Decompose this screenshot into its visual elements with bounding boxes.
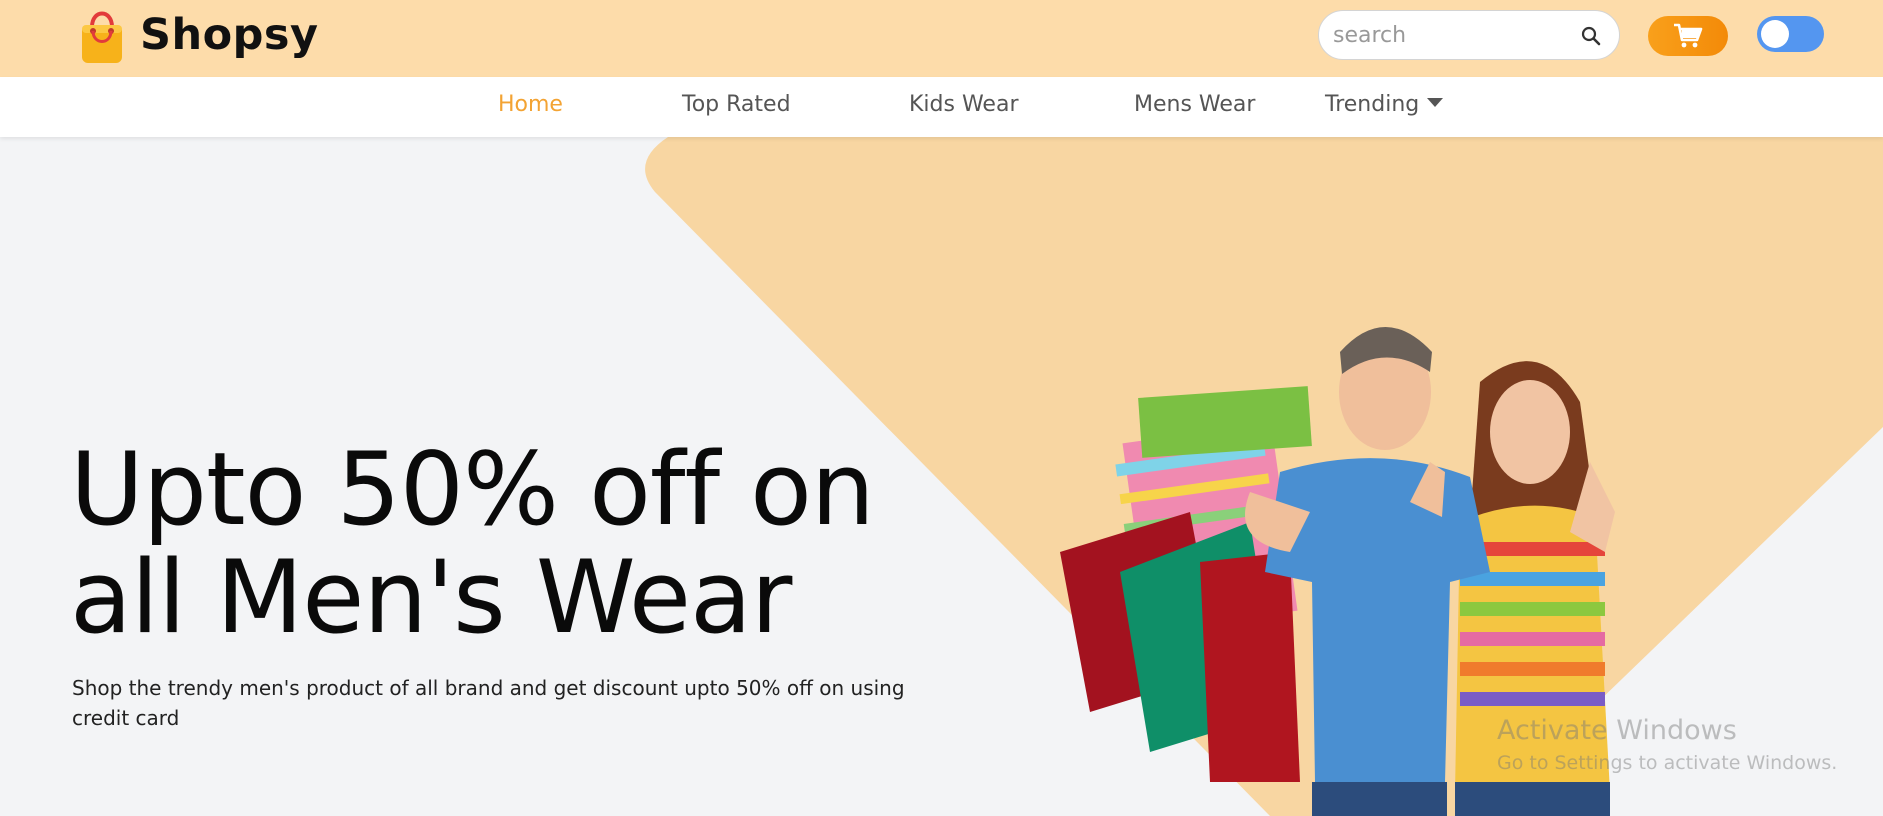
main-nav: Home Top Rated Kids Wear Mens Wear Trend…	[0, 77, 1883, 137]
watermark-title: Activate Windows	[1497, 715, 1737, 746]
search-input[interactable]	[1333, 19, 1573, 51]
toggle-knob	[1761, 20, 1789, 48]
top-header: Shopsy	[0, 0, 1883, 77]
brand-logo[interactable]: Shopsy	[78, 5, 319, 65]
windows-activation-watermark: Activate Windows Go to Settings to activ…	[1497, 715, 1837, 774]
shopping-bag-icon	[82, 11, 122, 63]
nav-item-mens-wear[interactable]: Mens Wear	[1134, 92, 1255, 117]
hero-title-line-1: Upto 50% off on	[70, 430, 875, 548]
cart-button[interactable]	[1648, 16, 1728, 56]
brand-name: Shopsy	[140, 10, 319, 60]
nav-item-top-rated[interactable]: Top Rated	[682, 92, 791, 117]
caret-down-icon	[1427, 97, 1444, 107]
hero-subtitle: Shop the trendy men's product of all bra…	[72, 676, 905, 730]
cart-icon	[1674, 23, 1703, 48]
nav-item-trending-label: Trending	[1325, 92, 1420, 117]
search-box[interactable]	[1318, 10, 1620, 60]
watermark-subtitle: Go to Settings to activate Windows.	[1497, 752, 1838, 774]
search-icon[interactable]	[1579, 24, 1603, 48]
hero-banner: Upto 50% off on all Men's Wear Shop the …	[0, 137, 1883, 816]
theme-toggle[interactable]	[1757, 16, 1824, 52]
hero-title-line-2: all Men's Wear	[70, 538, 792, 656]
hero-title: Upto 50% off on all Men's Wear	[70, 435, 970, 651]
nav-item-home[interactable]: Home	[498, 92, 563, 117]
nav-item-kids-wear[interactable]: Kids Wear	[909, 92, 1018, 117]
nav-item-trending[interactable]: Trending	[1325, 92, 1444, 117]
